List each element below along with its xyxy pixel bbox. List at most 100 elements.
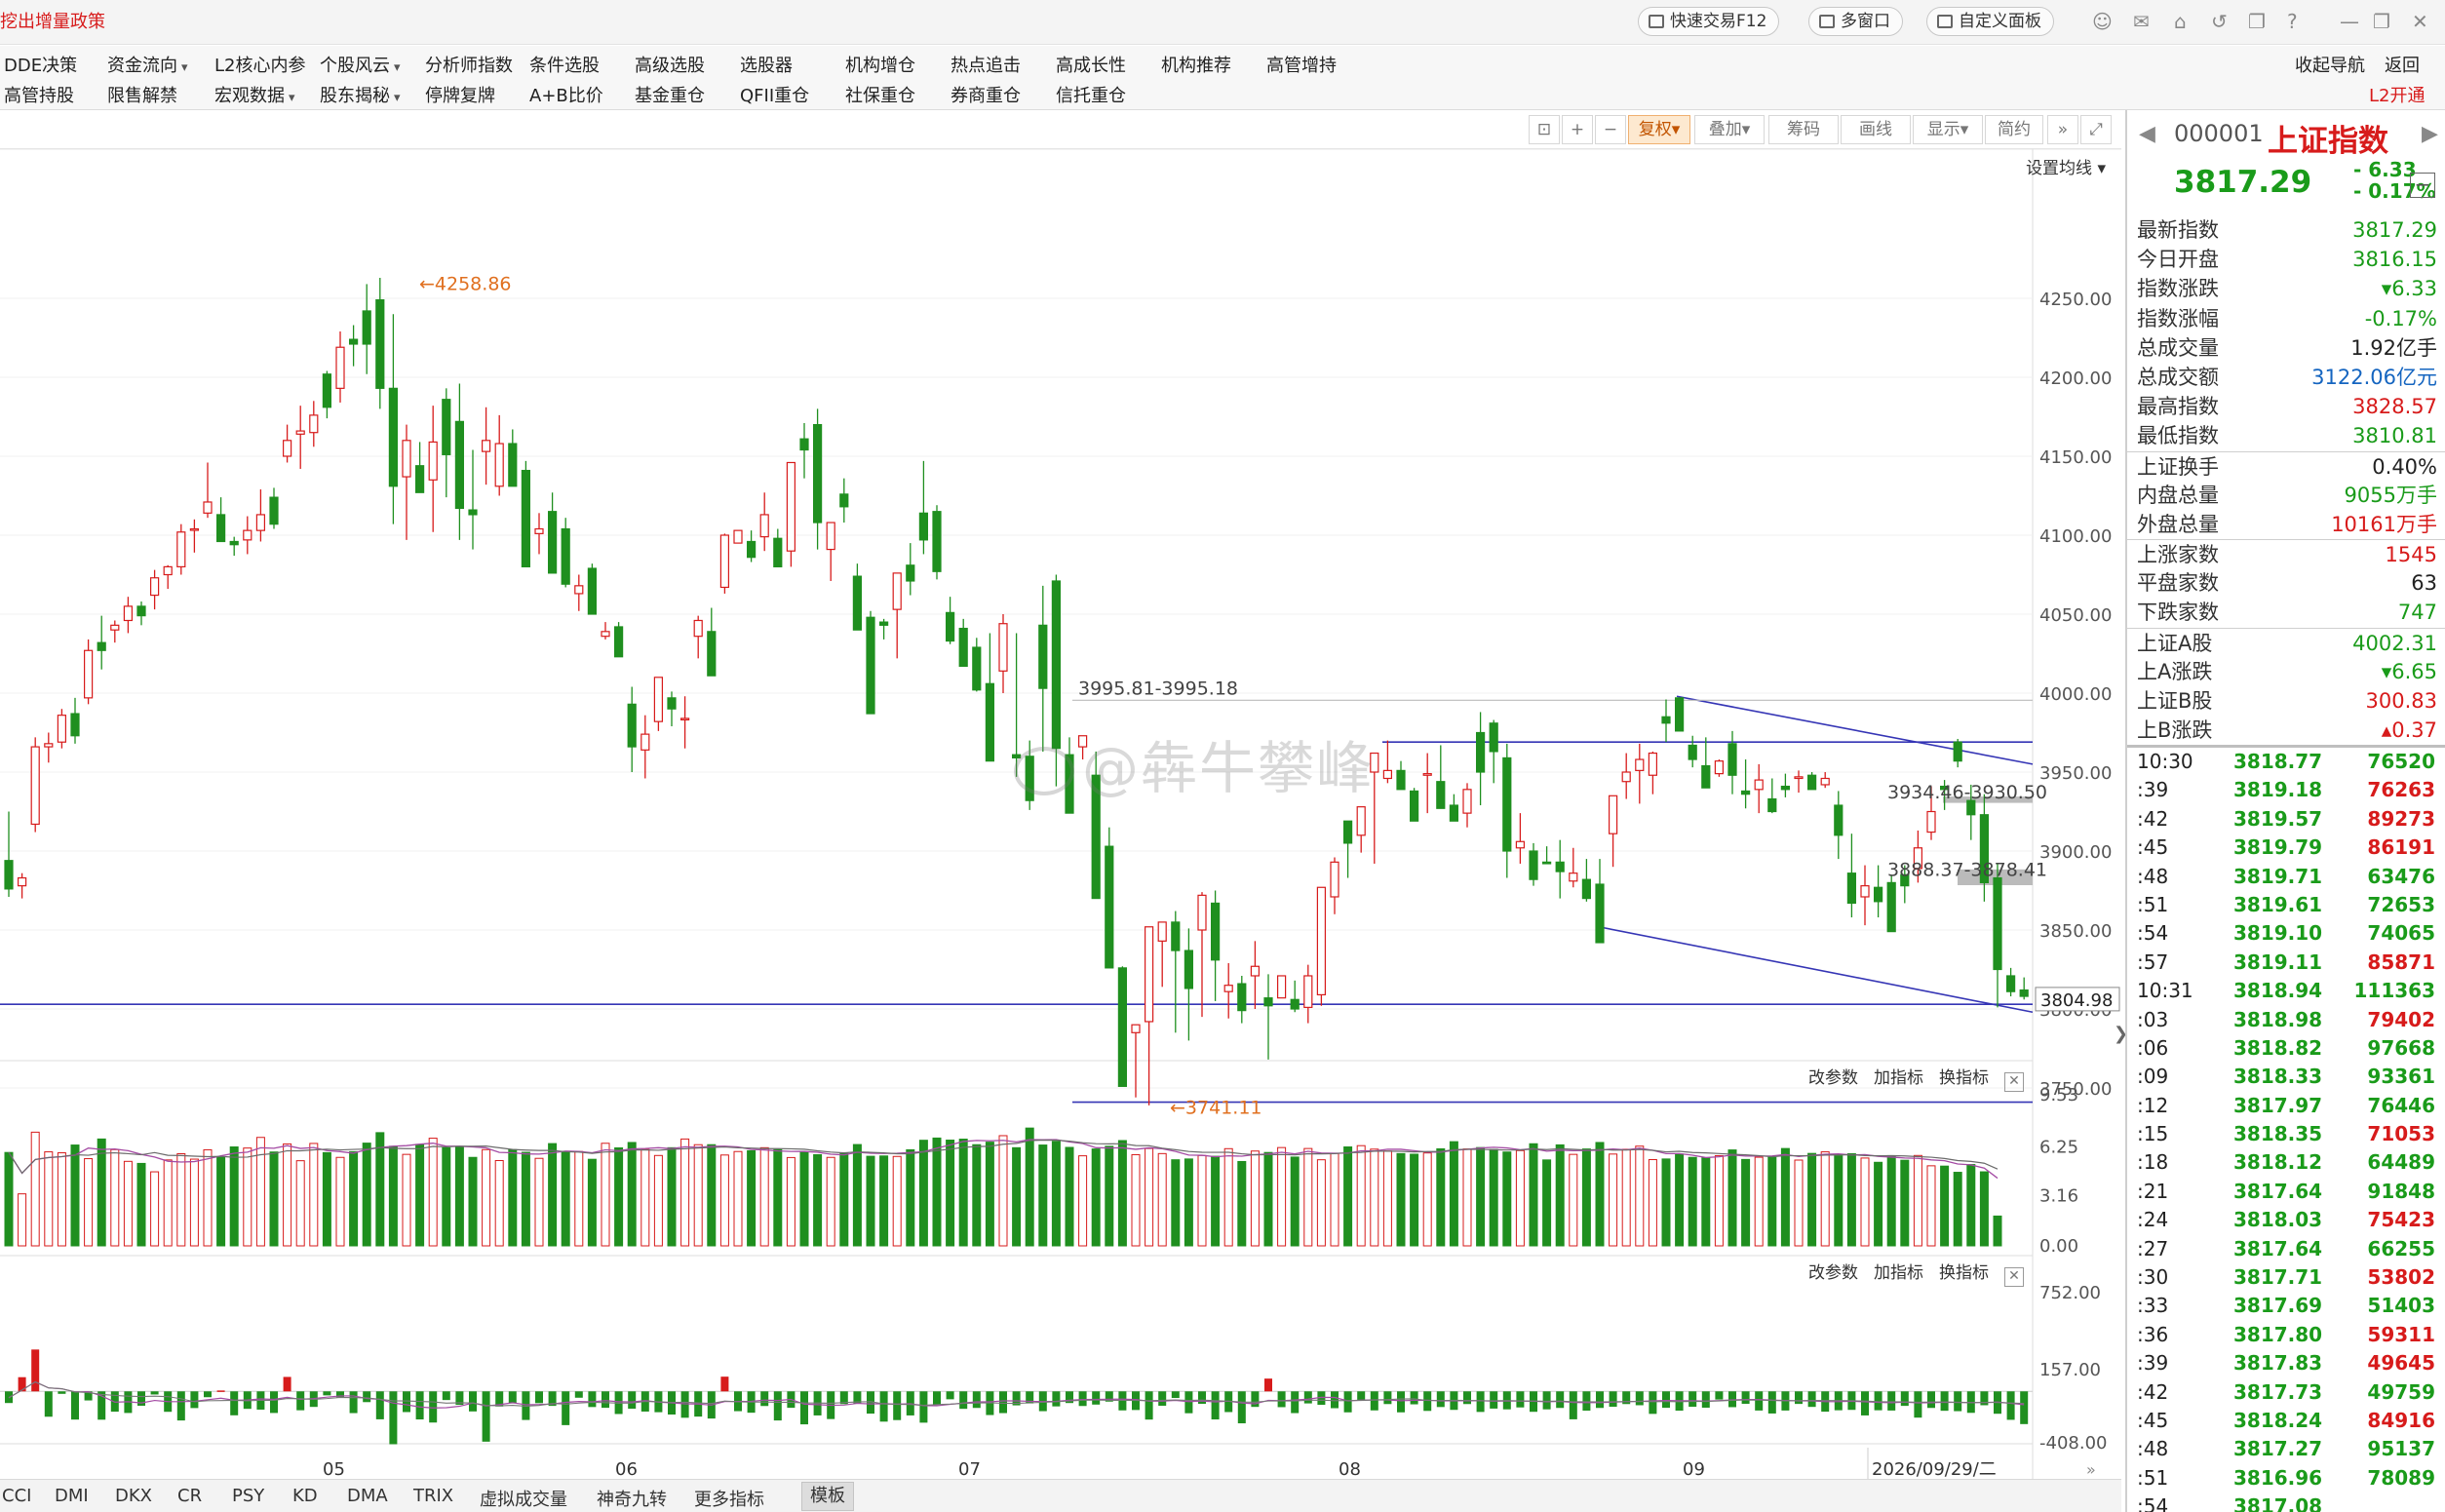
volume-bar	[1780, 1147, 1790, 1247]
tab-cr[interactable]: CR	[177, 1486, 202, 1506]
minimize-icon[interactable]: —	[2340, 12, 2359, 31]
volume-bar	[1038, 1144, 1048, 1247]
close-icon[interactable]: ✕	[2412, 12, 2428, 31]
zoom-out-icon[interactable]: −	[1595, 115, 1626, 144]
tab-神奇九转[interactable]: 神奇九转	[597, 1486, 667, 1511]
zoom-in-icon[interactable]: +	[1562, 115, 1593, 144]
menu-item-r2-8[interactable]: 社保重仓	[845, 82, 915, 107]
stat-value: 3810.81	[2352, 424, 2437, 448]
panel-collapse-handle[interactable]: ❯	[2114, 1024, 2128, 1063]
volume-bar	[958, 1139, 968, 1247]
ind-add-indicator[interactable]: 加指标	[1874, 1263, 1923, 1283]
mail-icon[interactable]: ✉	[2133, 12, 2150, 31]
menu-item-r1-8[interactable]: 机构增仓	[845, 52, 915, 77]
vol-add-indicator[interactable]: 加指标	[1874, 1068, 1923, 1088]
fuquan-button[interactable]: 复权▾	[1628, 115, 1690, 144]
display-button[interactable]: 显示▾	[1913, 115, 1983, 144]
vol-change-indicator[interactable]: 换指标	[1939, 1068, 1989, 1088]
menu-item-r1-6[interactable]: 高级选股	[635, 52, 705, 77]
menu-item-r2-3[interactable]: 股东揭秘	[320, 82, 401, 107]
back-link[interactable]: 返回	[2385, 52, 2420, 77]
volume-bar	[176, 1153, 186, 1247]
lock-icon[interactable]: ⊡	[1529, 115, 1560, 144]
y-tick-label: 4150.00	[2039, 447, 2112, 468]
tab-虚拟成交量[interactable]: 虚拟成交量	[480, 1486, 567, 1511]
collapse-nav-link[interactable]: 收起导航	[2295, 52, 2365, 77]
menu-item-r1-10[interactable]: 高成长性	[1056, 52, 1126, 77]
tab-cci[interactable]: CCI	[2, 1486, 31, 1506]
home-icon[interactable]: ⌂	[2174, 12, 2187, 31]
kline-chart-svg[interactable]: 3750.003800.003850.003900.003950.004000.…	[0, 149, 2121, 1483]
prev-stock-icon[interactable]: ◀	[2139, 122, 2155, 146]
chips-button[interactable]: 筹码	[1768, 115, 1839, 144]
quick-trade-button[interactable]: 快速交易F12	[1638, 7, 1780, 36]
vol-modify-params[interactable]: 改参数	[1808, 1068, 1858, 1088]
menu-item-r1-12[interactable]: 高管增持	[1266, 52, 1337, 77]
simple-button[interactable]: 简约	[1985, 115, 2043, 144]
set-ma-button[interactable]: 设置均线 ▾	[2026, 154, 2106, 178]
menu-item-r1-11[interactable]: 机构推荐	[1161, 52, 1231, 77]
menu-item-r2-2[interactable]: 宏观数据	[214, 82, 295, 107]
overlay-button[interactable]: 叠加▾	[1694, 115, 1765, 144]
menu-item-r1-2[interactable]: L2核心内参	[214, 52, 305, 77]
tick-volume: 78089	[2367, 1465, 2435, 1490]
menu-item-r2-6[interactable]: 基金重仓	[635, 82, 705, 107]
tab-psy[interactable]: PSY	[232, 1486, 264, 1506]
custom-panel-button[interactable]: 自定义面板	[1926, 7, 2054, 36]
news-ticker[interactable]: 挖出增量政策	[0, 8, 105, 33]
candle-body	[1462, 789, 1472, 814]
expand-icon[interactable]: »	[2047, 115, 2078, 144]
tab-模板[interactable]: 模板	[801, 1482, 854, 1511]
menu-item-r1-4[interactable]: 分析师指数	[425, 52, 513, 77]
volume-bar	[482, 1148, 491, 1247]
ind-modify-params[interactable]: 改参数	[1808, 1263, 1858, 1283]
ind-close-icon[interactable]: ✕	[2004, 1267, 2024, 1287]
indicator-bar	[1980, 1391, 1989, 1406]
menu-item-r2-5[interactable]: A+B比价	[529, 82, 603, 107]
menu-item-r1-7[interactable]: 选股器	[740, 52, 793, 77]
menu-item-r2-4[interactable]: 停牌复牌	[425, 82, 495, 107]
help-icon[interactable]: ?	[2287, 12, 2298, 31]
user-icon[interactable]: ☺	[2092, 12, 2113, 31]
multi-window-button[interactable]: 多窗口	[1808, 7, 1903, 36]
menu-item-r2-9[interactable]: 券商重仓	[951, 82, 1021, 107]
l2-open-link[interactable]: L2开通	[2369, 82, 2425, 107]
tick-volume: 76263	[2367, 778, 2435, 802]
back-icon[interactable]: ↺	[2211, 12, 2228, 31]
kline-chart[interactable]: 3750.003800.003850.003900.003950.004000.…	[0, 149, 2121, 1483]
candle-body	[1661, 716, 1671, 724]
candle-body	[719, 534, 730, 589]
vol-close-icon[interactable]: ✕	[2004, 1072, 2024, 1092]
tab-dma[interactable]: DMA	[347, 1486, 388, 1506]
volume-bar	[866, 1155, 875, 1247]
menu-item-r2-7[interactable]: QFII重仓	[740, 82, 809, 107]
tab-dmi[interactable]: DMI	[55, 1486, 89, 1506]
menu-item-r1-1[interactable]: 资金流向	[107, 52, 188, 77]
menu-item-r1-3[interactable]: 个股风云	[320, 52, 401, 77]
menu-item-r1-0[interactable]: DDE决策	[4, 52, 77, 77]
tab-更多指标[interactable]: 更多指标	[694, 1486, 764, 1511]
next-stock-icon[interactable]: ▶	[2422, 122, 2438, 146]
indicator-bar	[1383, 1391, 1392, 1405]
menu-item-r1-9[interactable]: 热点追击	[951, 52, 1021, 77]
candle-body	[44, 743, 54, 748]
ind-change-indicator[interactable]: 换指标	[1939, 1263, 1989, 1283]
tab-trix[interactable]: TRIX	[413, 1486, 453, 1506]
volume-bar	[1529, 1143, 1538, 1247]
candle-body	[2006, 975, 2016, 992]
draw-line-button[interactable]: 画线	[1841, 115, 1911, 144]
layout-icon[interactable]: ❐	[2248, 12, 2266, 31]
candle-body	[97, 641, 106, 651]
menu-item-r2-10[interactable]: 信托重仓	[1056, 82, 1126, 107]
tick-list[interactable]: 10:30 3818.77 76520:39 3819.18 76263:42 3819.…	[2127, 745, 2445, 1512]
restore-icon[interactable]: ❐	[2373, 12, 2390, 31]
candle-body	[679, 717, 690, 721]
menu-item-r2-0[interactable]: 高管持股	[4, 82, 74, 107]
tab-dkx[interactable]: DKX	[115, 1486, 152, 1506]
menu-item-r2-1[interactable]: 限售解禁	[107, 82, 177, 107]
tab-kd[interactable]: KD	[292, 1486, 318, 1506]
collapse-quote-icon[interactable]: −	[2410, 173, 2435, 198]
fullscreen-icon[interactable]: ⤢	[2080, 115, 2112, 144]
menu-item-r1-5[interactable]: 条件选股	[529, 52, 600, 77]
indicator-bar	[1092, 1391, 1101, 1405]
